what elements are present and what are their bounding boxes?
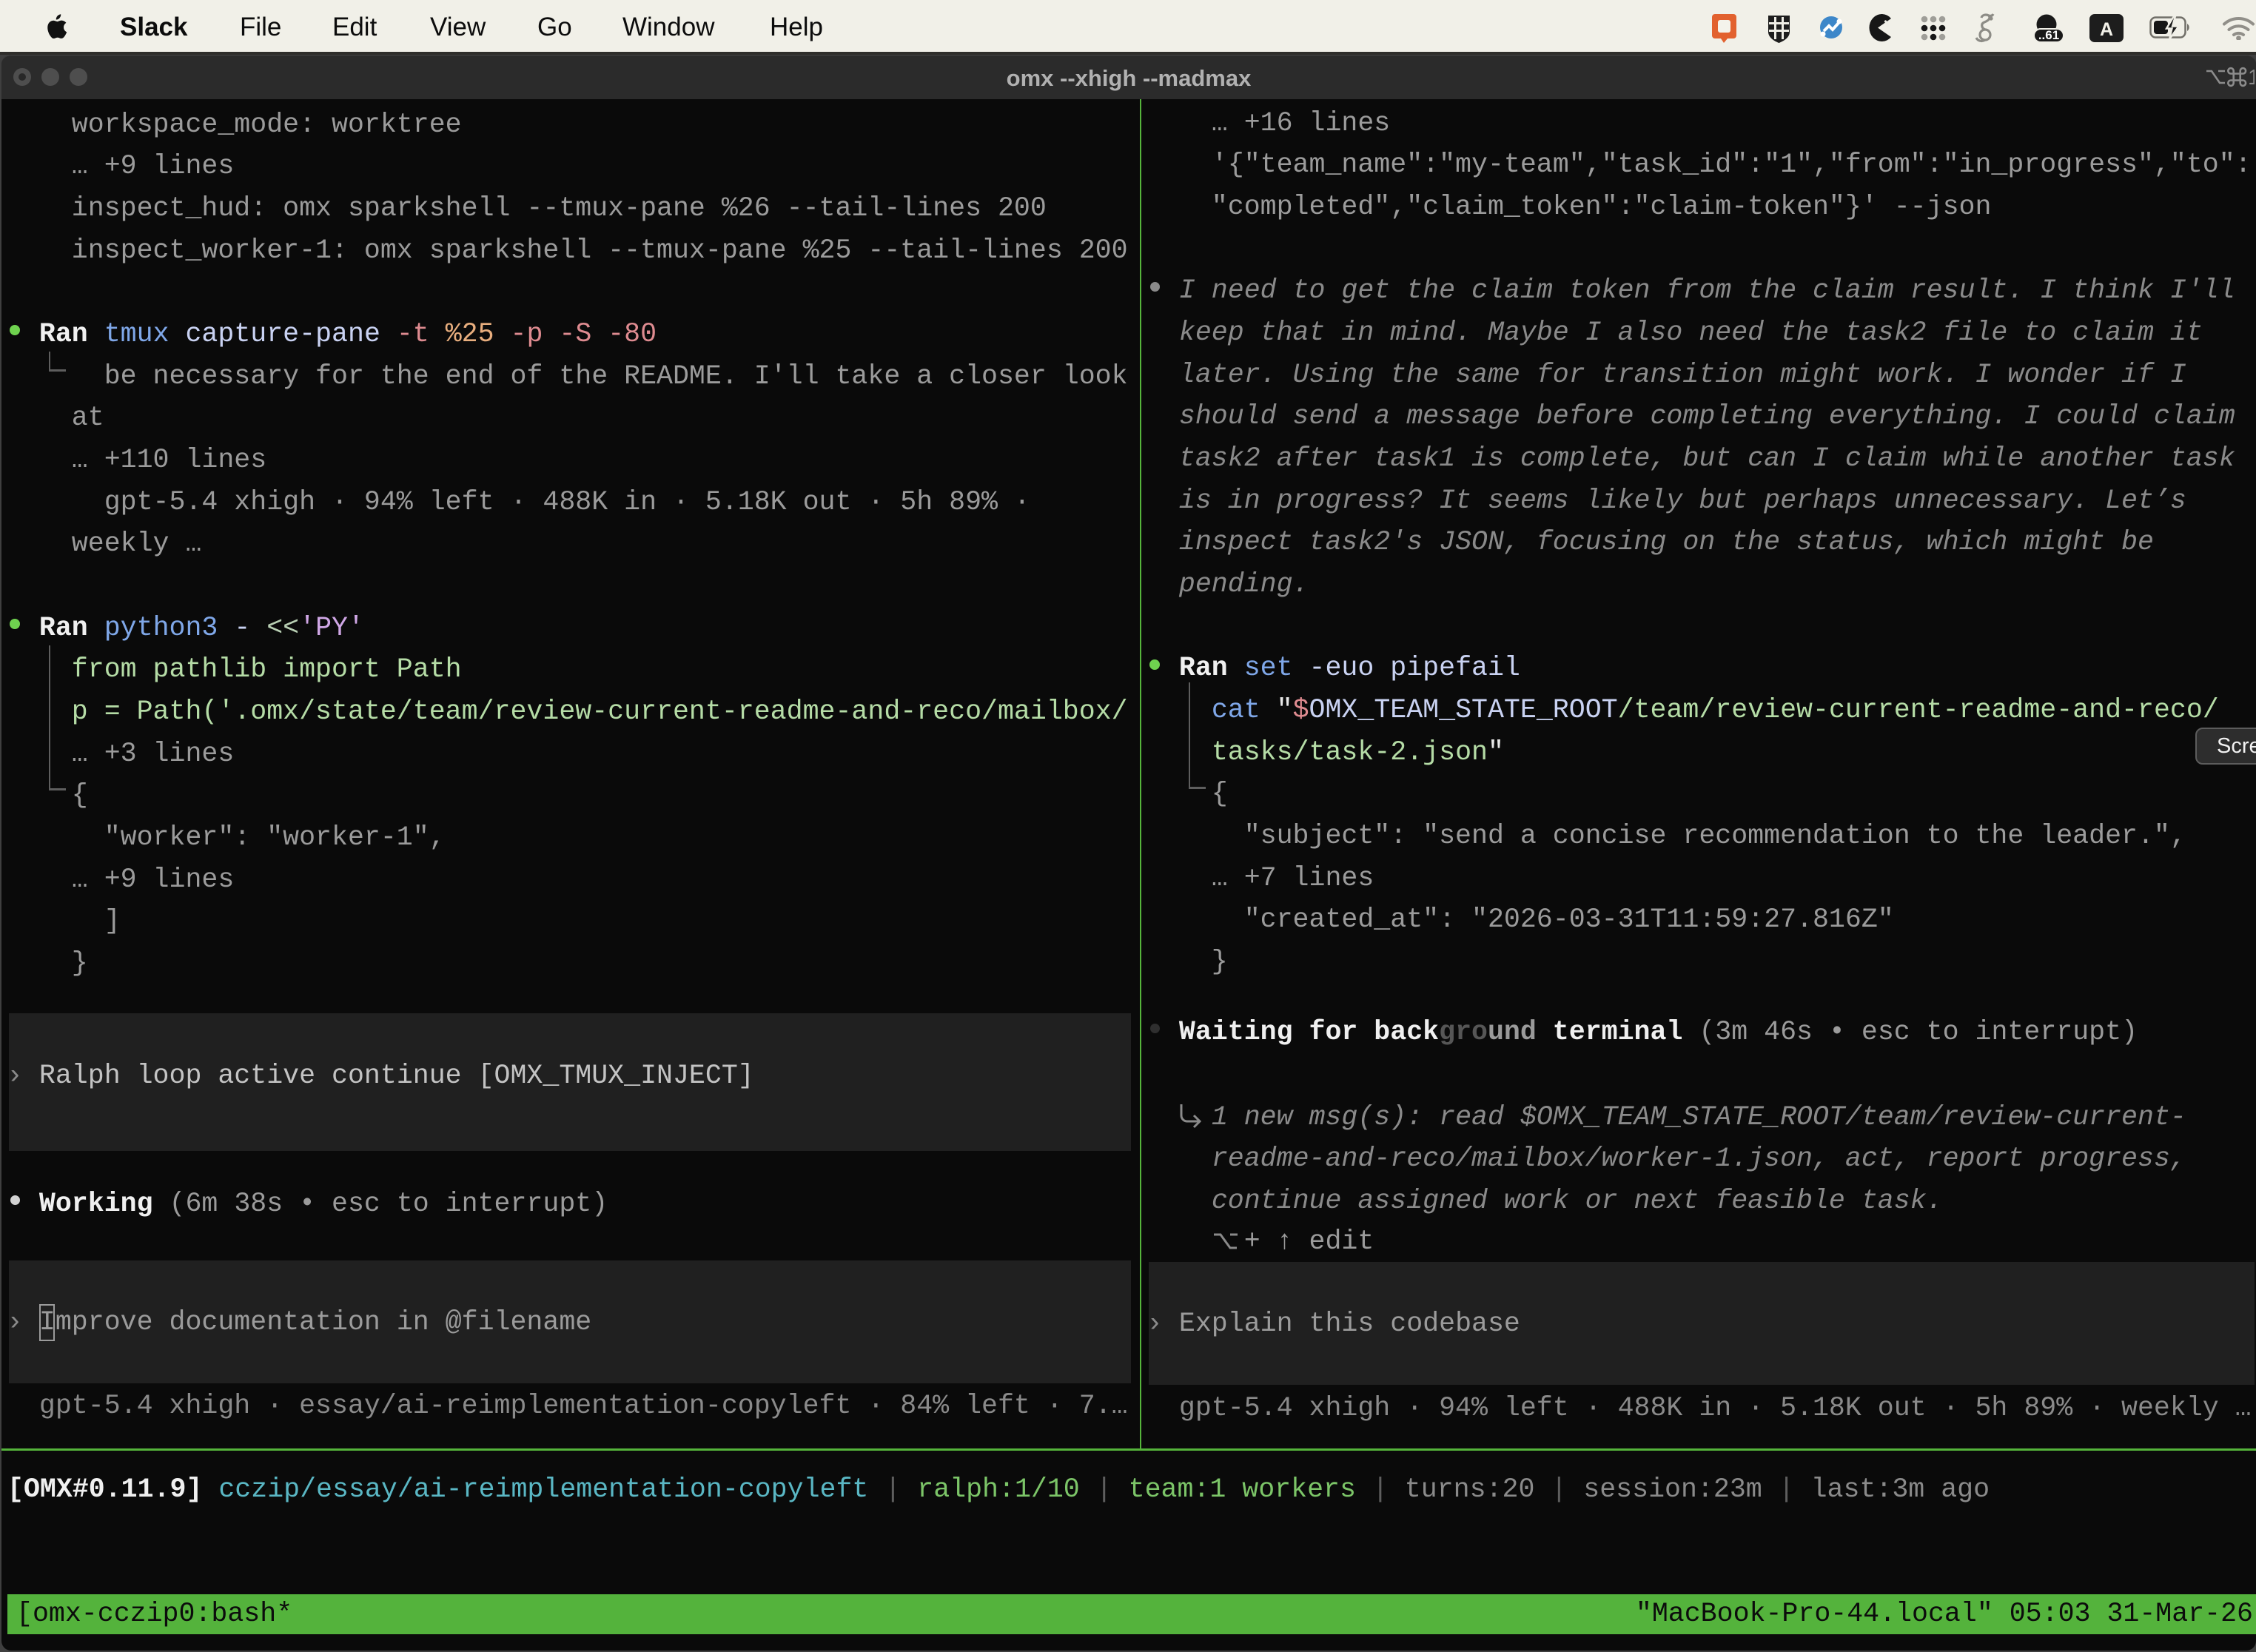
svg-text:A: A xyxy=(2100,19,2113,40)
svg-text:..61: ..61 xyxy=(2038,28,2059,42)
